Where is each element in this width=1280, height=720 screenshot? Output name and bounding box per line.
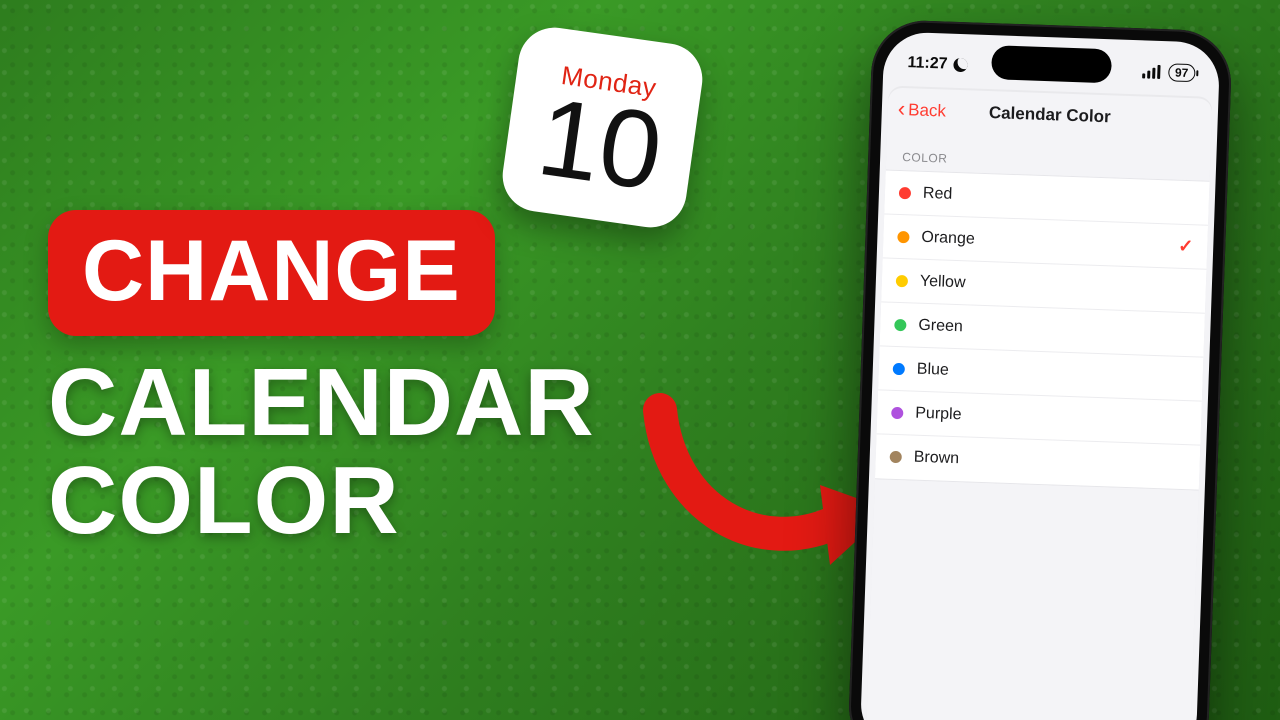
chevron-left-icon: ‹	[898, 98, 906, 120]
do-not-disturb-icon	[953, 58, 967, 72]
calendar-icon-daynum: 10	[532, 85, 668, 206]
color-dot-icon	[894, 318, 906, 330]
color-dot-icon	[891, 406, 903, 418]
color-dot-icon	[897, 230, 909, 242]
color-dot-icon	[890, 451, 902, 463]
color-label: Red	[923, 184, 953, 203]
color-label: Green	[918, 316, 963, 336]
headline-line-2: COLOR	[48, 452, 595, 550]
nav-title: Calendar Color	[989, 103, 1111, 127]
battery-level: 97	[1168, 63, 1196, 82]
dynamic-island	[991, 45, 1112, 83]
back-label: Back	[908, 100, 946, 121]
headline: CHANGE CALENDAR COLOR	[48, 210, 595, 550]
phone-frame: 11:27 97 ‹ Back Calendar Color COLOR	[847, 19, 1233, 720]
status-time: 11:27	[907, 54, 948, 73]
color-dot-icon	[899, 186, 911, 198]
cell-signal-icon	[1142, 64, 1160, 79]
thumbnail-stage: CHANGE CALENDAR COLOR Monday 10 11:27 97	[0, 0, 1280, 720]
back-button[interactable]: ‹ Back	[897, 88, 947, 134]
phone-screen: 11:27 97 ‹ Back Calendar Color COLOR	[860, 31, 1221, 720]
headline-pill: CHANGE	[48, 210, 495, 336]
color-label: Orange	[921, 228, 975, 248]
color-label: Yellow	[920, 272, 966, 292]
headline-line-1: CALENDAR	[48, 354, 595, 452]
color-label: Brown	[913, 449, 959, 469]
color-label: Purple	[915, 404, 962, 424]
color-dot-icon	[893, 362, 905, 374]
calendar-app-icon: Monday 10	[498, 23, 707, 232]
color-label: Blue	[917, 360, 950, 379]
color-list: Red Orange ✓ Yellow Green Blue Purple Brown	[875, 169, 1210, 490]
settings-sheet: ‹ Back Calendar Color COLOR RedOrange✓Ye…	[866, 88, 1213, 720]
color-dot-icon	[896, 274, 908, 286]
checkmark-icon: ✓	[1178, 236, 1194, 258]
